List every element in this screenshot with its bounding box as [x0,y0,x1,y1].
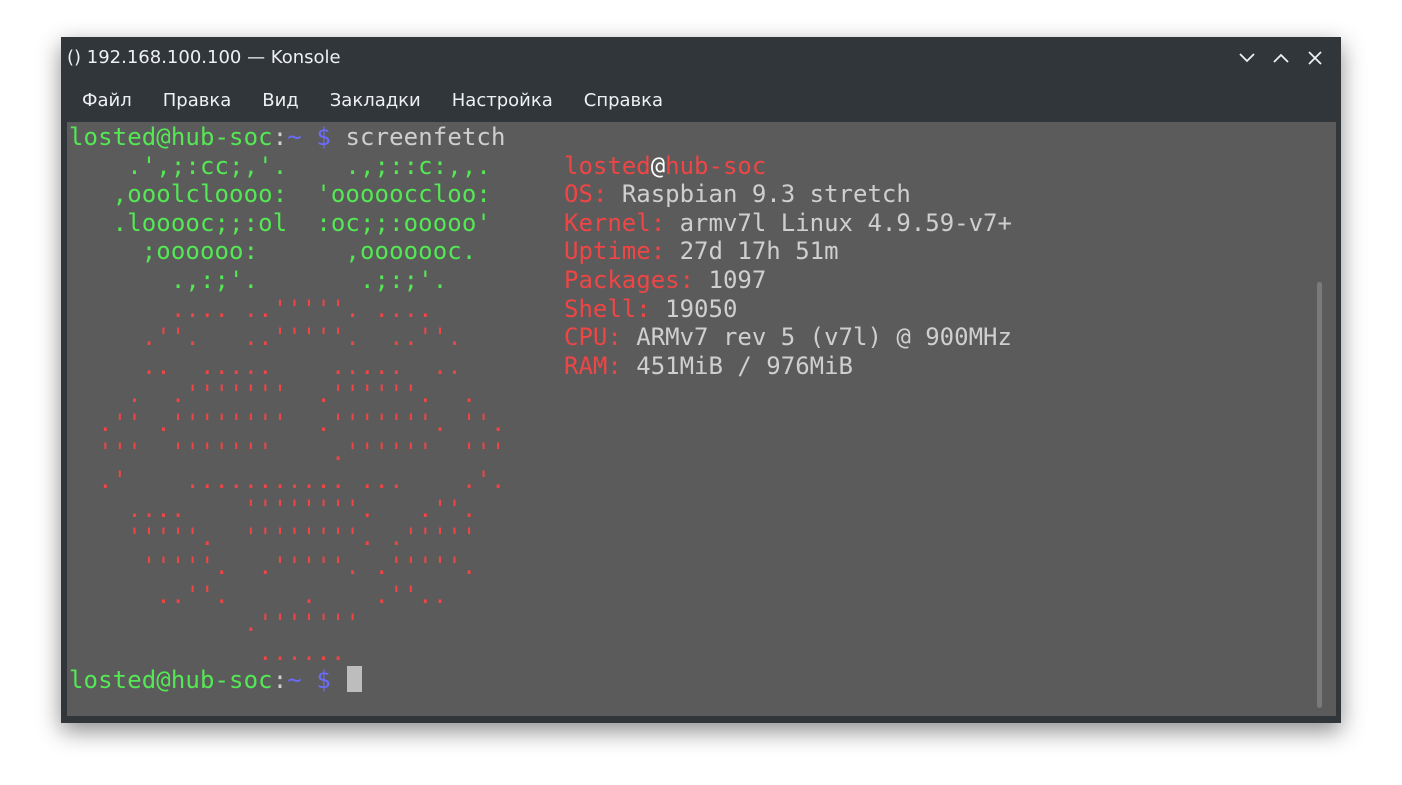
art-red-line: ..''. . .''.. [69,580,448,609]
prompt-colon: : [272,123,288,151]
info-value: Raspbian 9.3 stretch [621,180,911,209]
info-row-uptime: Uptime: 27d 17h 51m [564,237,839,266]
scrollbar[interactable] [1317,282,1322,708]
info-key: Shell: [564,294,651,323]
konsole-window: () 192.168.100.100 — Konsole Файл Правка… [61,37,1341,723]
info-key: RAM: [564,351,622,380]
info-row-cpu: CPU: ARMv7 rev 5 (v7l) @ 900MHz [564,323,1012,352]
info-row-shell: Shell: 19050 [564,295,737,324]
art-green-line: .looooc;;:ol :oc;;:ooooo' [69,208,491,237]
info-key: CPU: [564,323,622,352]
menu-view[interactable]: Вид [247,90,315,111]
info-key: Packages: [564,266,695,294]
info-host: hub-soc [665,151,767,180]
art-red-line: .''. ..'''''. ..''. [69,323,462,352]
menu-file[interactable]: Файл [61,90,147,111]
art-green-line: .',;:cc;,'. .,;::c:,,. [69,151,491,180]
info-value: armv7l Linux 4.9.59-v7+ [679,208,1012,237]
art-green-line: ;oooooo: ,ooooooc. [69,237,477,266]
info-value: 27d 17h 51m [679,237,839,266]
terminal-area[interactable]: losted@hub-soc:~ $ screenfetch .',;:cc;,… [67,122,1336,716]
window-title: () 192.168.100.100 — Konsole [67,47,341,68]
close-button[interactable] [1303,46,1327,70]
command-line: losted@hub-soc:~ $ screenfetch [69,123,506,152]
maximize-button[interactable] [1269,46,1293,70]
close-icon [1308,51,1322,65]
prompt-dollar: $ [301,123,346,151]
prompt-path: ~ [287,123,302,151]
menu-edit[interactable]: Правка [147,90,247,111]
info-row-kernel: Kernel: armv7l Linux 4.9.59-v7+ [564,209,1012,238]
title-bar[interactable]: () 192.168.100.100 — Konsole [61,37,1341,79]
info-user: losted [564,151,651,180]
info-key: OS: [564,180,608,209]
prompt-colon: : [272,666,288,695]
info-key: Uptime: [564,237,666,266]
art-red-line: .' ........... ... .'. [69,466,506,495]
menu-settings[interactable]: Настройка [436,90,568,111]
art-red-line: .... ..'''''. .... [69,294,433,323]
art-red-line: ...... [69,637,346,666]
prompt-user-host: losted@hub-soc [69,666,273,695]
window-controls [1235,46,1327,70]
menu-bookmarks[interactable]: Закладки [314,90,436,111]
info-user-host: losted@hub-soc [564,152,766,181]
art-red-line: . .''''''' .''''''. . [69,380,477,409]
prompt-dollar: $ [301,666,346,695]
info-row-ram: RAM: 451MiB / 976MiB [564,352,853,381]
art-red-line: .'' .'''''''' .'''''''. ''. [69,409,506,437]
prompt-user-host: losted@hub-soc [69,123,273,151]
art-red-line: .''''''' [69,609,360,638]
chevron-up-icon [1273,53,1289,63]
info-value: 19050 [665,294,738,323]
art-red-line: '''''. .'''''. .'''''. [69,552,477,580]
active-prompt-line[interactable]: losted@hub-soc:~ $ [69,666,363,695]
menu-help[interactable]: Справка [568,90,678,111]
info-row-os: OS: Raspbian 9.3 stretch [564,180,911,209]
art-red-line: .. ..... ..... .. [69,351,462,380]
art-green-line: ,ooolcloooo: 'oooooccloo: [69,180,491,209]
art-red-line: .... ''''''''. .''. [69,494,477,523]
prompt-path: ~ [287,666,302,695]
art-red-line: ''' ''''''' .'''''' ''' [69,437,506,466]
info-value: 451MiB / 976MiB [636,351,853,380]
info-value: 1097 [708,266,767,294]
info-row-packages: Packages: 1097 [564,266,766,295]
info-at: @ [650,151,666,180]
info-key: Kernel: [564,208,666,237]
text-cursor [347,666,363,693]
minimize-button[interactable] [1235,46,1259,70]
art-red-line: '''''. ''''''''. .''''' [69,523,477,552]
command-text: screenfetch [345,123,506,151]
info-value: ARMv7 rev 5 (v7l) @ 900MHz [636,323,1012,352]
art-green-line: .,:;'. .;:;'. [69,266,448,294]
chevron-down-icon [1239,53,1255,63]
menu-bar: Файл Правка Вид Закладки Настройка Справ… [61,83,1341,117]
